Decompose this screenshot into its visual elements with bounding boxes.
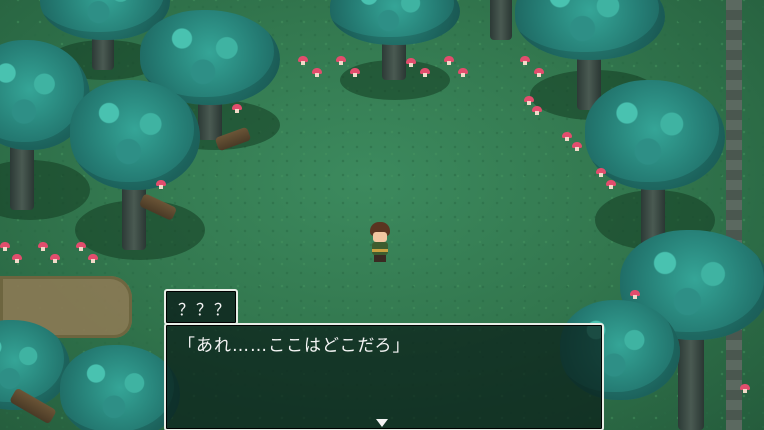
mushroom (740, 384, 750, 393)
message-text: 「あれ……ここはどこだろ」 (178, 336, 411, 356)
tree (330, 0, 460, 110)
player-character (368, 222, 392, 262)
mushroom (38, 242, 48, 251)
speaker-name: ？？？ (178, 300, 233, 319)
mushroom (606, 180, 616, 189)
mushroom (596, 168, 606, 177)
mushroom (0, 242, 10, 251)
mushroom (12, 254, 22, 263)
mushroom (572, 142, 582, 151)
game-scene: ？？？ 「あれ……ここはどこだろ」 (0, 0, 764, 430)
advance-arrow-icon[interactable] (376, 419, 388, 427)
mushroom (336, 56, 346, 65)
message-window[interactable]: 「あれ……ここはどこだろ」 (164, 323, 604, 430)
mushroom (534, 68, 544, 77)
mushroom (312, 68, 322, 77)
mushroom (420, 68, 430, 77)
mushroom (88, 254, 98, 263)
mushroom (406, 58, 416, 67)
tree (60, 345, 180, 430)
mushroom (444, 56, 454, 65)
mushroom (50, 254, 60, 263)
mushroom (156, 180, 166, 189)
mushroom (532, 106, 542, 115)
mushroom (524, 96, 534, 105)
mushroom (520, 56, 530, 65)
mushroom (298, 56, 308, 65)
mushroom (232, 104, 242, 113)
mushroom (76, 242, 86, 251)
mushroom (458, 68, 468, 77)
mushroom (350, 68, 360, 77)
tree (70, 80, 205, 260)
mushroom (562, 132, 572, 141)
speaker-name-box: ？？？ (164, 289, 238, 325)
mushroom (630, 290, 640, 299)
